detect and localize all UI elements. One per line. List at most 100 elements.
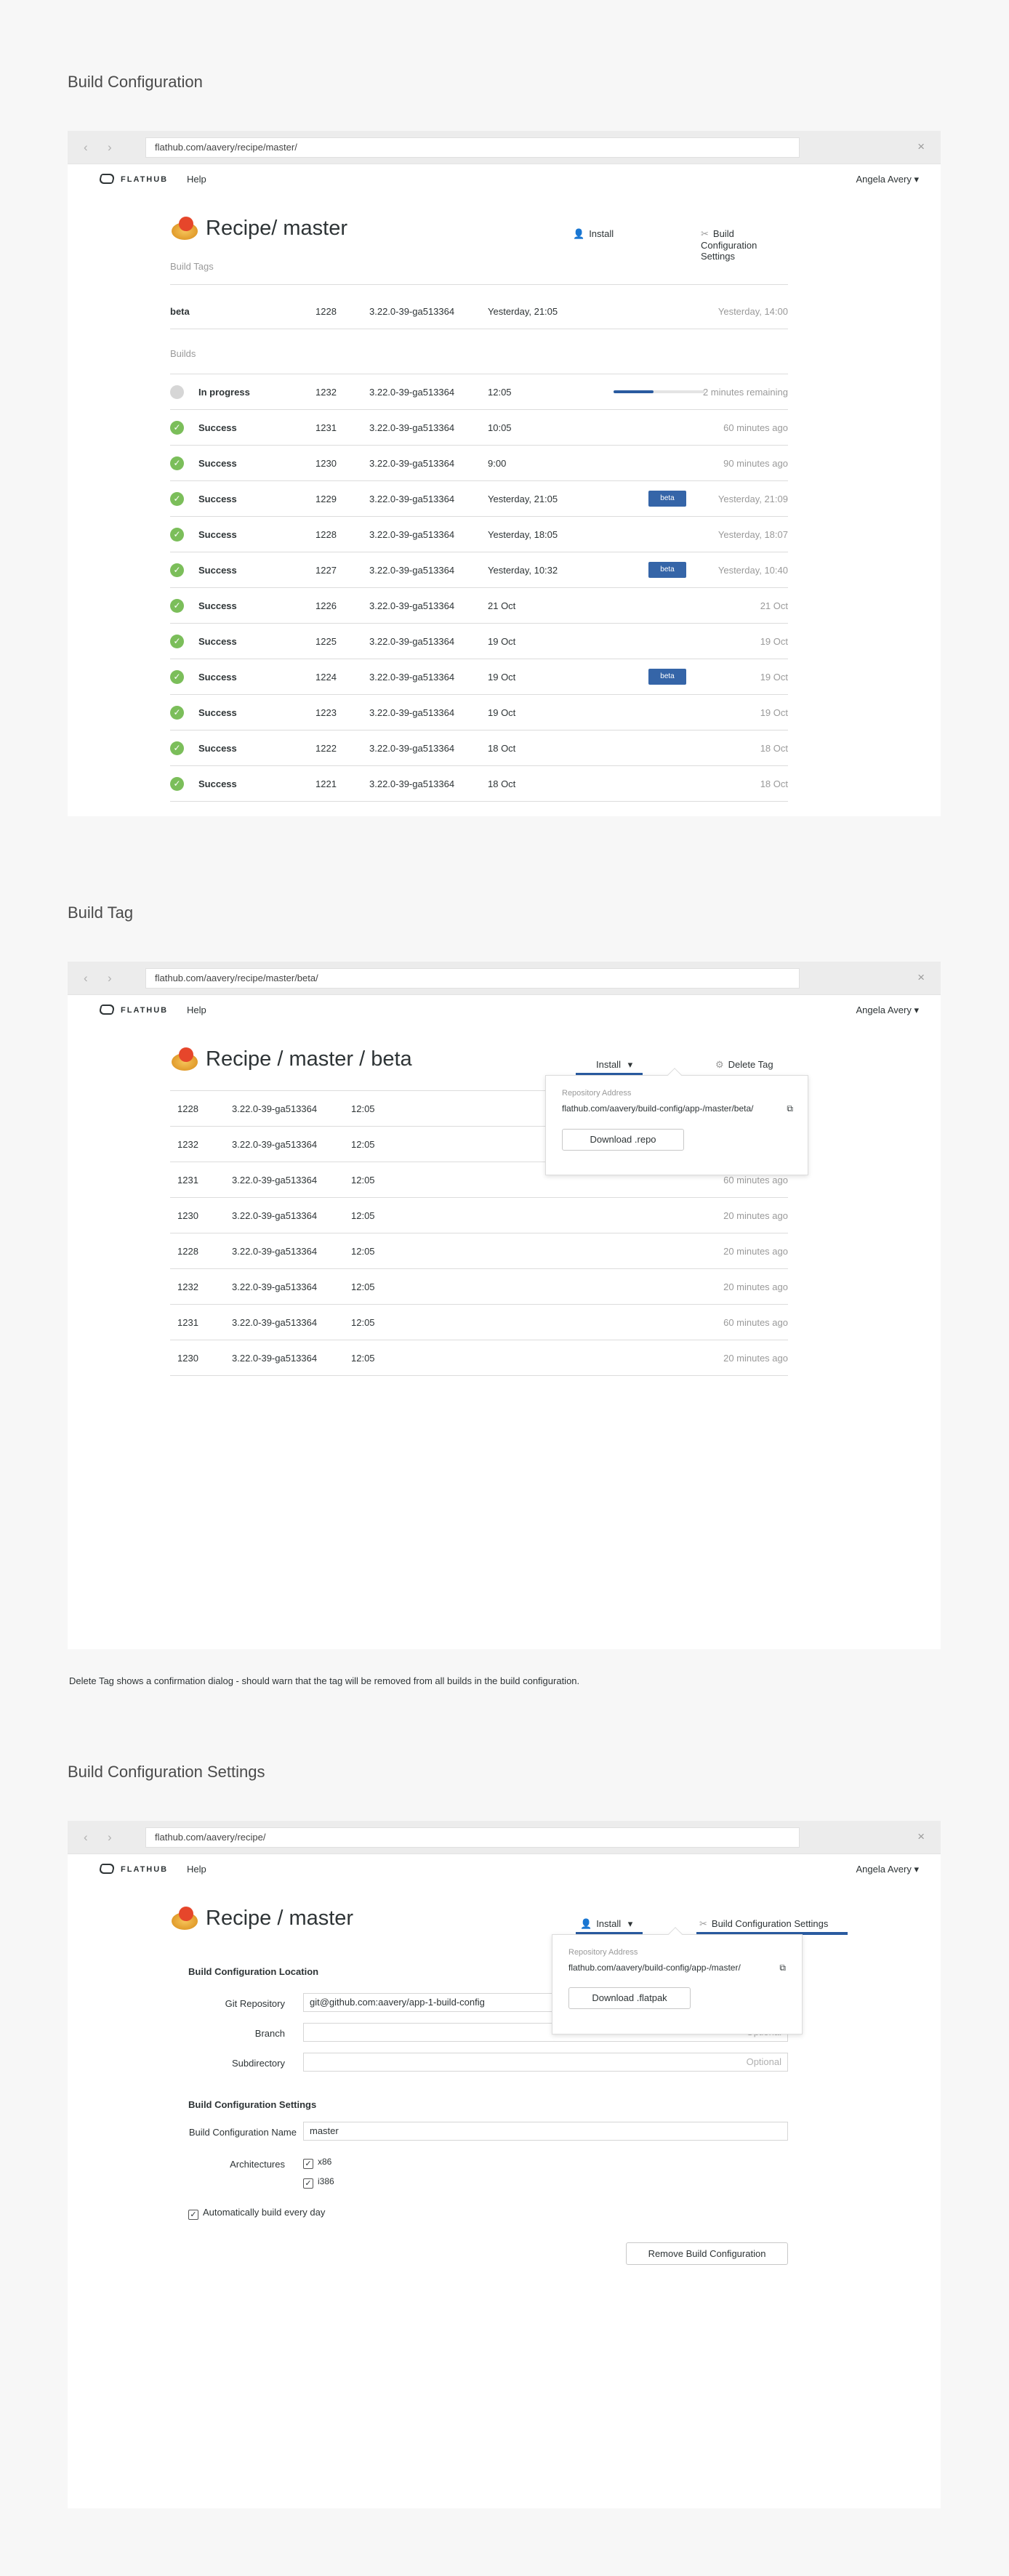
- build-time: 12:05: [351, 1281, 375, 1292]
- flathub-logo[interactable]: FLATHUB: [98, 1005, 168, 1015]
- back-icon[interactable]: ‹: [84, 1830, 88, 1845]
- arch-label: x86: [318, 2157, 332, 2167]
- build-time: 12:05: [351, 1353, 375, 1364]
- browser-window-build-configuration: ‹ › flathub.com/aavery/recipe/master/ × …: [68, 131, 941, 816]
- install-button[interactable]: 👤 Install ▾: [576, 1918, 643, 1935]
- checkbox-checked-icon: ✓: [303, 2178, 313, 2189]
- build-row[interactable]: ✓ Success 1227 3.22.0-39-ga513364 Yesterday,…: [170, 552, 788, 588]
- copy-icon[interactable]: ⧉: [787, 1103, 793, 1114]
- build-version: 3.22.0-39-ga513364: [369, 778, 455, 789]
- repository-address: flathub.com/aavery/build-config/app-/mas…: [562, 1103, 754, 1114]
- success-check-icon: ✓: [170, 741, 184, 755]
- help-link[interactable]: Help: [187, 1864, 206, 1875]
- build-version: 3.22.0-39-ga513364: [369, 565, 455, 576]
- build-row[interactable]: ✓ Success 1226 3.22.0-39-ga513364 21 Oct 21 O…: [170, 588, 788, 624]
- build-configuration-settings-tab[interactable]: ✂ Build Configuration Settings: [696, 1918, 848, 1935]
- build-time: 12:05: [351, 1139, 375, 1150]
- app-header: FLATHUB Help Angela Avery ▾: [68, 995, 941, 1026]
- download-flatpak-button[interactable]: Download .flatpak: [568, 1987, 691, 2009]
- build-version: 3.22.0-39-ga513364: [369, 672, 455, 683]
- copy-icon[interactable]: ⧉: [779, 1963, 786, 1973]
- back-icon[interactable]: ‹: [84, 140, 88, 155]
- build-row[interactable]: ✓ Success 1225 3.22.0-39-ga513364 19 Oct 19 O…: [170, 624, 788, 659]
- tag-badge[interactable]: beta: [648, 491, 686, 507]
- close-icon[interactable]: ×: [917, 1830, 925, 1844]
- success-check-icon: ✓: [170, 528, 184, 542]
- build-number: 1231: [177, 1317, 198, 1328]
- build-row[interactable]: ✓ Success 1228 3.22.0-39-ga513364 Yesterday,…: [170, 517, 788, 552]
- user-name: Angela Avery: [856, 1005, 912, 1015]
- browser-window-settings: ‹ › flathub.com/aavery/recipe/ × FLATHUB…: [68, 1821, 941, 2508]
- arch-x86-checkbox[interactable]: ✓ x86: [303, 2157, 331, 2169]
- build-row[interactable]: ✓ Success 1221 3.22.0-39-ga513364 18 Oct 18 O…: [170, 766, 788, 802]
- install-popover: Repository Address flathub.com/aavery/bu…: [552, 1927, 803, 2034]
- close-icon[interactable]: ×: [917, 970, 925, 985]
- subdirectory-field[interactable]: Optional: [303, 2053, 788, 2072]
- tag-build-row[interactable]: 1230 3.22.0-39-ga513364 12:05 20 minutes ag…: [170, 1198, 788, 1233]
- build-row[interactable]: ✓ Success 1230 3.22.0-39-ga513364 9:00 90 min…: [170, 446, 788, 481]
- tag-build-row[interactable]: 1230 3.22.0-39-ga513364 12:05 20 minutes ag…: [170, 1340, 788, 1376]
- build-version: 3.22.0-39-ga513364: [232, 1139, 318, 1150]
- configuration-name-field[interactable]: master: [303, 2122, 788, 2141]
- build-number: 1221: [315, 778, 337, 789]
- build-number: 1230: [315, 458, 337, 469]
- checkbox-checked-icon: ✓: [188, 2210, 198, 2220]
- build-progress-bar: [614, 390, 704, 393]
- success-check-icon: ✓: [170, 492, 184, 506]
- url-bar[interactable]: flathub.com/aavery/recipe/master/beta/: [145, 968, 800, 989]
- build-row[interactable]: ✓ Success 1224 3.22.0-39-ga513364 19 Oct beta…: [170, 659, 788, 695]
- help-link[interactable]: Help: [187, 174, 206, 185]
- tag-row[interactable]: beta 1228 3.22.0-39-ga513364 Yesterday, …: [170, 294, 788, 329]
- build-ago: 20 minutes ago: [723, 1353, 788, 1364]
- auto-build-checkbox[interactable]: ✓ Automatically build every day: [188, 2207, 325, 2220]
- close-icon[interactable]: ×: [917, 140, 925, 154]
- build-ago: 2 minutes remaining: [702, 387, 788, 398]
- user-menu[interactable]: Angela Avery ▾: [856, 1005, 919, 1016]
- build-time: 19 Oct: [488, 707, 516, 718]
- build-number: 1223: [315, 707, 337, 718]
- build-ago: 60 minutes ago: [723, 1317, 788, 1328]
- download-repo-button[interactable]: Download .repo: [562, 1129, 684, 1151]
- tag-build-row[interactable]: 1231 3.22.0-39-ga513364 12:05 60 minutes ag…: [170, 1305, 788, 1340]
- build-row[interactable]: ✓ Success 1222 3.22.0-39-ga513364 18 Oct 18 O…: [170, 730, 788, 766]
- forward-icon[interactable]: ›: [108, 971, 112, 986]
- install-button[interactable]: 👤 Install: [573, 228, 614, 240]
- tag-build-row[interactable]: 1228 3.22.0-39-ga513364 12:05 20 minutes ag…: [170, 1233, 788, 1269]
- page-title: Recipe / master / beta: [206, 1047, 412, 1071]
- url-bar[interactable]: flathub.com/aavery/recipe/master/: [145, 137, 800, 158]
- subdirectory-label: Subdirectory: [232, 2058, 285, 2069]
- app-header: FLATHUB Help Angela Avery ▾: [68, 164, 941, 195]
- url-bar[interactable]: flathub.com/aavery/recipe/: [145, 1827, 800, 1848]
- help-link[interactable]: Help: [187, 1005, 206, 1015]
- remove-build-configuration-button[interactable]: Remove Build Configuration: [626, 2242, 788, 2265]
- build-number: 1230: [177, 1353, 198, 1364]
- flathub-logo[interactable]: FLATHUB: [98, 174, 168, 184]
- location-heading: Build Configuration Location: [188, 1966, 319, 1977]
- tag-build-row[interactable]: 1232 3.22.0-39-ga513364 12:05 20 minutes ag…: [170, 1269, 788, 1305]
- user-menu[interactable]: Angela Avery ▾: [856, 1864, 919, 1875]
- forward-icon[interactable]: ›: [108, 140, 112, 155]
- build-row[interactable]: ✓ Success 1231 3.22.0-39-ga513364 10:05 60 mi…: [170, 410, 788, 446]
- success-check-icon: ✓: [170, 635, 184, 648]
- build-ago: 18 Oct: [760, 743, 788, 754]
- arch-i386-checkbox[interactable]: ✓ i386: [303, 2176, 334, 2189]
- build-time: 9:00: [488, 458, 507, 469]
- delete-tag-button[interactable]: ⚙ Delete Tag: [715, 1059, 773, 1071]
- flathub-logo[interactable]: FLATHUB: [98, 1864, 168, 1874]
- back-icon[interactable]: ‹: [84, 971, 88, 986]
- build-time: Yesterday, 10:32: [488, 565, 558, 576]
- configuration-name-label: Build Configuration Name: [188, 2127, 297, 2138]
- builds-label: Builds: [170, 348, 196, 359]
- tag-badge[interactable]: beta: [648, 669, 686, 685]
- build-status: Success: [198, 743, 237, 754]
- forward-icon[interactable]: ›: [108, 1830, 112, 1845]
- build-row[interactable]: ✓ Success 1229 3.22.0-39-ga513364 Yesterday,…: [170, 481, 788, 517]
- user-menu[interactable]: Angela Avery ▾: [856, 174, 919, 185]
- build-row[interactable]: In progress 1232 3.22.0-39-ga513364 12:05 2 …: [170, 374, 788, 410]
- branch-label: Branch: [254, 2028, 285, 2039]
- build-status: Success: [198, 458, 237, 469]
- install-button[interactable]: Install ▾: [576, 1059, 643, 1076]
- build-row[interactable]: ✓ Success 1223 3.22.0-39-ga513364 19 Oct 19 O…: [170, 695, 788, 730]
- tag-badge[interactable]: beta: [648, 562, 686, 578]
- build-time: 12:05: [488, 387, 512, 398]
